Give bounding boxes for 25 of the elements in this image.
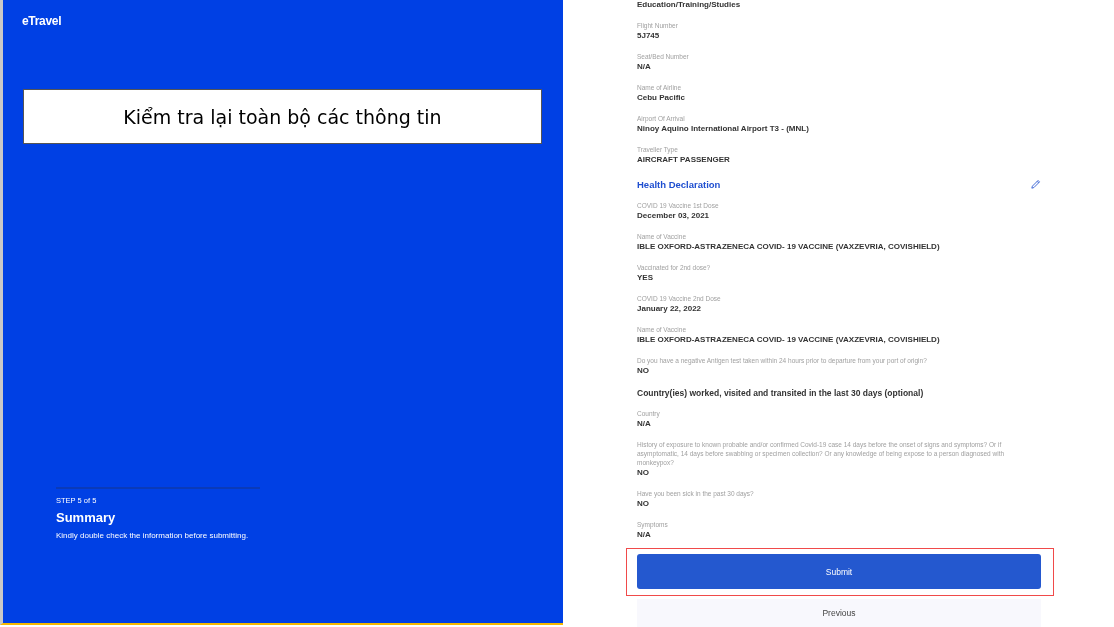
field-value: AIRCRAFT PASSENGER (637, 154, 730, 165)
submit-button[interactable]: Submit (637, 554, 1041, 589)
field-value: NO (637, 498, 649, 509)
field-value: Ninoy Aquino International Airport T3 - (MNL) (637, 123, 809, 134)
annotation-callout: Kiểm tra lại toàn bộ các thông tin (23, 89, 542, 144)
field-value: January 22, 2022 (637, 303, 702, 314)
field-value: Cebu Pacific (637, 92, 685, 103)
field-value: N/A (637, 418, 651, 429)
field-value: December 03, 2021 (637, 210, 710, 221)
logo: eTravel (22, 14, 62, 28)
previous-button[interactable]: Previous (637, 599, 1041, 627)
field-value: 5J745 (637, 30, 660, 41)
step-description: Kindly double check the information before submitting. (56, 531, 250, 540)
field-value: N/A (637, 61, 651, 72)
pencil-icon[interactable] (1030, 179, 1041, 190)
field-value: IBLE OXFORD-ASTRAZENECA COVID- 19 VACCINE (VAXZEVRIA, COVISHIELD) (637, 334, 940, 345)
step-title: Summary (56, 510, 117, 525)
field-value: Education/Training/Studies (637, 0, 742, 10)
field-value: N/A (637, 529, 651, 540)
section-title: Health Declaration (637, 179, 721, 190)
field-value: IBLE OXFORD-ASTRAZENECA COVID- 19 VACCINE (VAXZEVRIA, COVISHIELD) (637, 241, 940, 252)
subsection-title: Country(ies) worked, visited and transited in the last 30 days (optional) (637, 388, 924, 398)
field-value: NO (637, 467, 649, 478)
field-value: YES (637, 272, 653, 283)
field-value: NO (637, 365, 649, 376)
